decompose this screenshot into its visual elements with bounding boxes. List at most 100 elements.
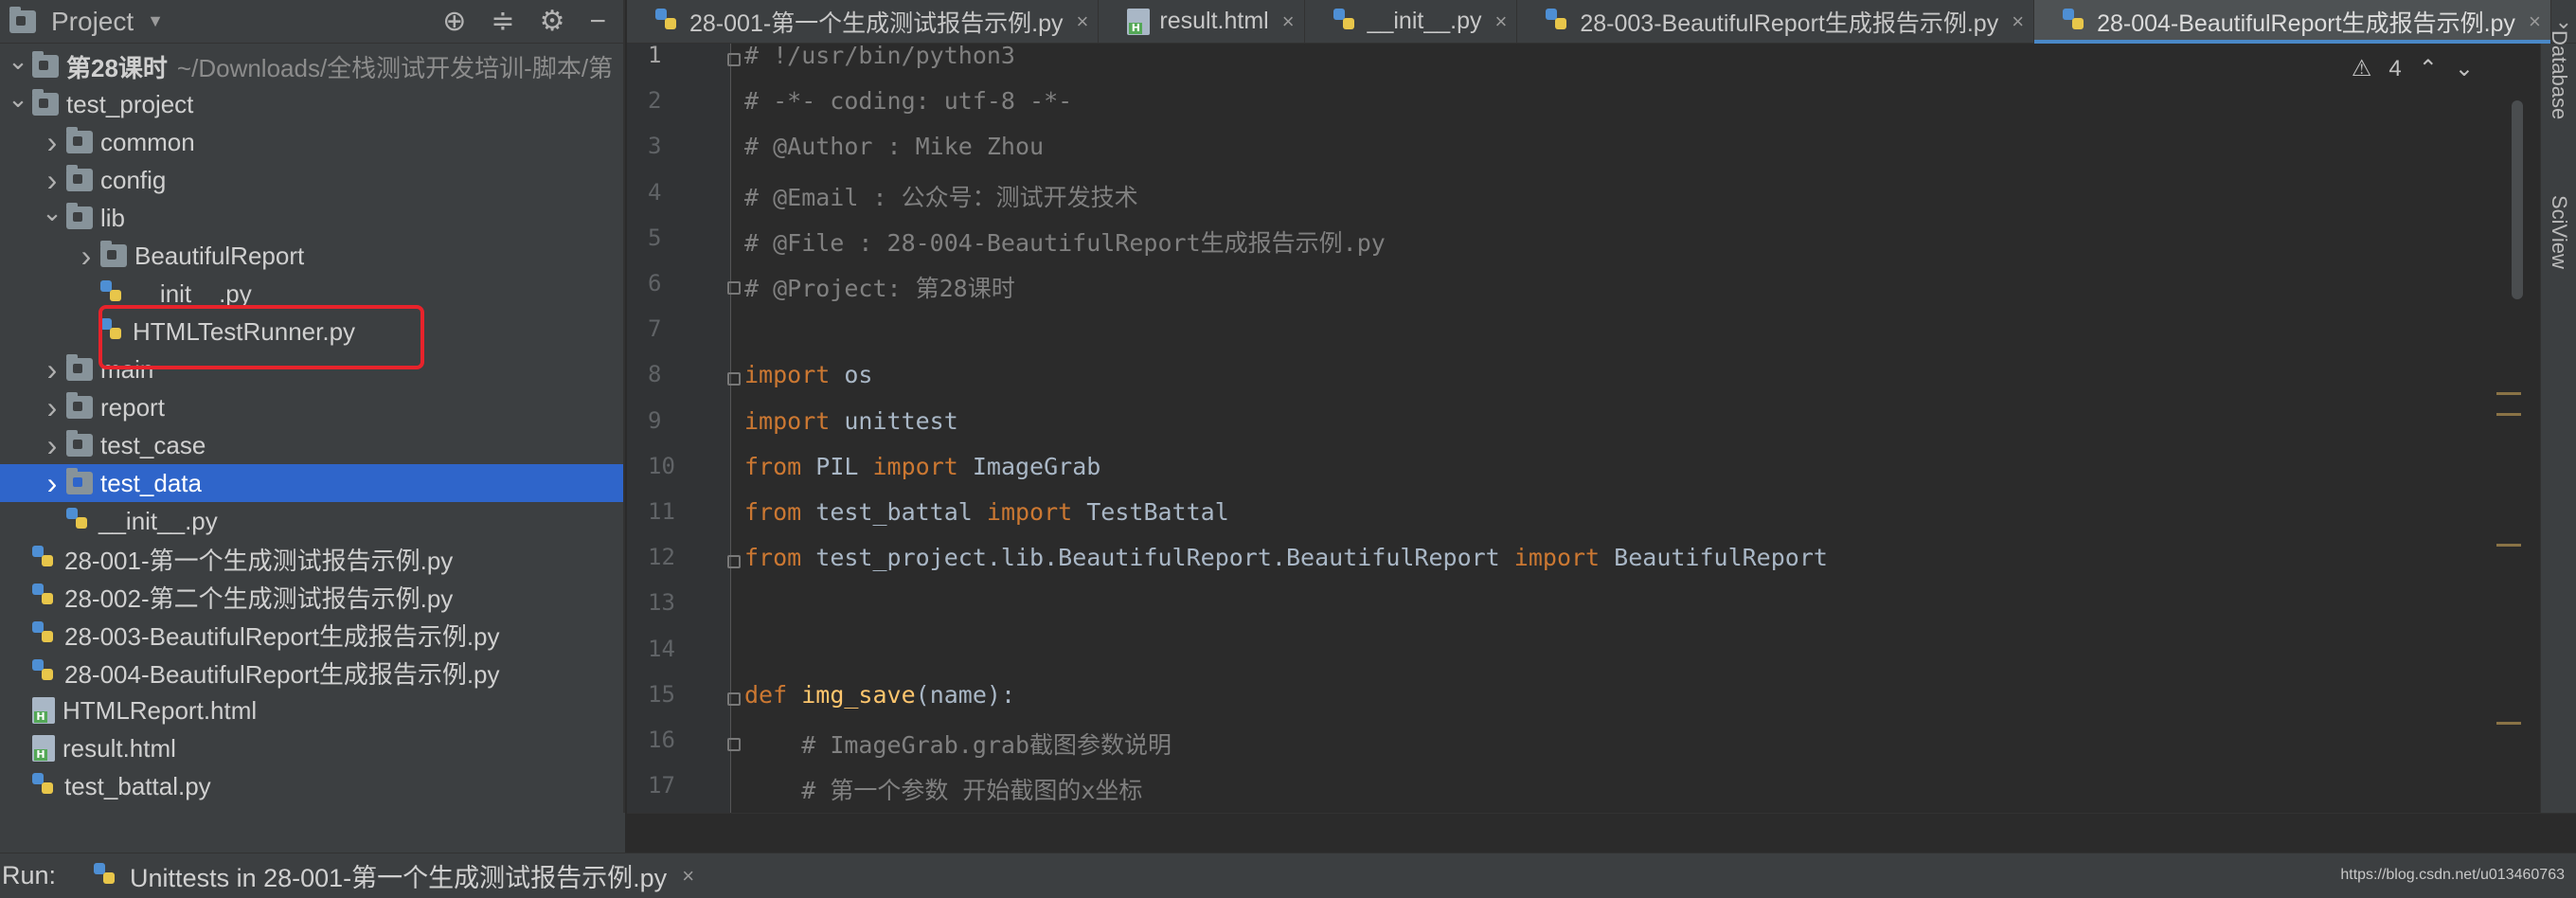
line-number: 4 <box>648 178 662 206</box>
folder-icon <box>9 6 36 33</box>
chevron-down-icon[interactable]: ⌄ <box>38 198 66 227</box>
code-token: # @Project: 第28课时 <box>744 275 1015 302</box>
code-token: import <box>744 406 831 435</box>
tree-item[interactable]: ⌄ test_project <box>0 84 623 123</box>
tree-item[interactable]: › main <box>0 350 623 388</box>
chevron-right-icon[interactable]: › <box>72 239 100 274</box>
previous-highlight-icon[interactable]: ⌃ <box>2419 55 2438 82</box>
chevron-right-icon[interactable]: › <box>38 163 66 198</box>
tree-item-label: common <box>100 127 195 156</box>
line-number: 16 <box>648 727 675 753</box>
fold-marker-icon[interactable] <box>727 555 741 569</box>
tree-item[interactable]: › config <box>0 161 623 199</box>
tree-item[interactable]: ›test_battal.py <box>0 767 623 805</box>
gear-icon[interactable]: ⚙ <box>540 7 565 36</box>
code-line[interactable]: from test_battal import TestBattal <box>744 498 1229 526</box>
tree-item[interactable]: › common <box>0 123 623 161</box>
next-highlight-icon[interactable]: ⌄ <box>2455 55 2474 82</box>
close-icon[interactable]: × <box>1282 9 1295 34</box>
python-file-icon <box>32 659 57 686</box>
tree-item-label: test_battal.py <box>64 771 211 800</box>
chevron-right-icon[interactable]: › <box>38 125 66 160</box>
tree-item[interactable]: › report <box>0 388 623 426</box>
code-line[interactable]: # @Author : Mike Zhou <box>744 133 1044 160</box>
warning-marker[interactable] <box>2496 722 2521 725</box>
close-icon[interactable]: × <box>682 864 694 889</box>
chevron-right-icon[interactable]: › <box>38 390 66 425</box>
python-file-icon <box>100 280 125 307</box>
line-number: 3 <box>648 133 662 160</box>
editor-tab[interactable]: __init__.py × <box>1305 0 1518 44</box>
database-tool-button[interactable]: Database <box>2547 30 2571 119</box>
tree-item[interactable]: › test_case <box>0 426 623 464</box>
close-icon[interactable]: × <box>2529 9 2541 34</box>
code-line[interactable]: # @Project: 第28课时 <box>744 270 1015 304</box>
tree-item[interactable]: ›28-001-第一个生成测试报告示例.py <box>0 540 623 578</box>
chevron-right-icon[interactable]: › <box>38 428 66 463</box>
tree-item[interactable]: ⌄ lib <box>0 198 623 237</box>
tree-item[interactable]: ›28-004-BeautifulReport生成报告示例.py <box>0 654 623 691</box>
editor-tab[interactable]: 28-004-BeautifulReport生成报告示例.py × <box>2034 0 2551 44</box>
tree-item[interactable]: ›result.html <box>0 729 623 767</box>
tree-item[interactable]: ›HTMLTestRunner.py <box>0 313 623 350</box>
chevron-down-icon[interactable]: ⌄ <box>4 84 32 114</box>
chevron-down-icon[interactable]: ⌄ <box>4 46 32 76</box>
hide-panel-icon[interactable]: − <box>589 7 606 36</box>
close-icon[interactable]: × <box>1077 9 1089 34</box>
code-line[interactable]: from PIL import ImageGrab <box>744 453 1100 480</box>
tree-item[interactable]: ⌄ 第28课时 ~/Downloads/全栈测试开发培训-脚本/第 <box>0 46 623 85</box>
code-line[interactable]: # @Email : 公众号：测试开发技术 <box>744 179 1138 213</box>
tree-item[interactable]: ›__init__.py <box>0 275 623 313</box>
close-icon[interactable]: × <box>1495 9 1508 34</box>
code-token: img_save <box>801 680 916 709</box>
warning-marker[interactable] <box>2496 392 2521 395</box>
folder-icon <box>66 354 93 381</box>
tree-item[interactable]: ›28-003-BeautifulReport生成报告示例.py <box>0 616 623 654</box>
tree-item[interactable]: › test_data <box>0 464 623 502</box>
collapse-all-icon[interactable]: ≑ <box>491 7 514 36</box>
fold-marker-icon[interactable] <box>727 281 741 295</box>
code-line[interactable]: import unittest <box>744 407 958 435</box>
tree-item-label: __init__.py <box>133 278 252 308</box>
code-line[interactable]: # ImageGrab.grab截图参数说明 <box>744 727 1172 761</box>
code-token: # @File : 28-004-BeautifulReport生成报告示例.p… <box>744 228 1386 257</box>
chevron-right-icon[interactable]: › <box>38 352 66 387</box>
chevron-down-icon[interactable]: ▼ <box>147 11 164 31</box>
editor-tab-label: 28-004-BeautifulReport生成报告示例.py <box>2097 9 2515 37</box>
editor-tab[interactable]: result.html × <box>1099 0 1305 44</box>
editor-tab[interactable]: 28-001-第一个生成测试报告示例.py × <box>627 0 1100 44</box>
warning-marker[interactable] <box>2496 544 2521 547</box>
code-line[interactable]: # -*- coding: utf-8 -*- <box>744 87 1072 115</box>
tree-item[interactable]: ›HTMLReport.html <box>0 691 623 729</box>
tree-item[interactable]: › BeautifulReport <box>0 237 623 275</box>
fold-marker-icon[interactable] <box>727 372 741 386</box>
fold-marker-icon[interactable] <box>727 691 741 706</box>
fold-marker-icon[interactable] <box>727 738 741 751</box>
editor-tab[interactable]: 28-003-BeautifulReport生成报告示例.py × <box>1517 0 2035 44</box>
fold-marker-icon[interactable] <box>727 53 741 66</box>
code-line[interactable]: # @File : 28-004-BeautifulReport生成报告示例.p… <box>744 224 1386 259</box>
code-line[interactable]: # !/usr/bin/python3 <box>744 42 1015 69</box>
project-view-selector[interactable]: Project <box>51 7 134 37</box>
code-editor[interactable]: 12345678910111213141516171819 # !/usr/bi… <box>627 42 2540 896</box>
tree-item[interactable]: ›28-002-第二个生成测试报告示例.py <box>0 578 623 616</box>
run-configuration-tab[interactable]: Unittests in 28-001-第一个生成测试报告示例.py × <box>94 857 694 894</box>
code-line[interactable]: def img_save(name): <box>744 681 1015 709</box>
locate-target-icon[interactable]: ⊕ <box>442 7 466 36</box>
code-line[interactable]: # 第一个参数 开始截图的x坐标 <box>744 772 1142 806</box>
warning-marker[interactable] <box>2496 413 2521 416</box>
run-label: Run: <box>2 861 57 889</box>
tree-item[interactable]: ›__init__.py <box>0 502 623 540</box>
chevron-right-icon[interactable]: › <box>38 466 66 501</box>
code-line[interactable]: from test_project.lib.BeautifulReport.Be… <box>744 544 1828 571</box>
close-icon[interactable]: × <box>2012 9 2024 34</box>
vertical-scrollbar[interactable] <box>2512 100 2523 299</box>
code-token: # -*- coding: utf-8 -*- <box>744 87 1073 116</box>
inspection-widget[interactable]: ⚠ 4 ⌃ ⌄ <box>2352 55 2474 82</box>
code-line[interactable]: import os <box>744 361 872 388</box>
sciview-tool-button[interactable]: SciView <box>2547 195 2571 269</box>
right-tool-strip: Database SciView <box>2540 30 2576 813</box>
python-file-icon <box>32 546 57 572</box>
